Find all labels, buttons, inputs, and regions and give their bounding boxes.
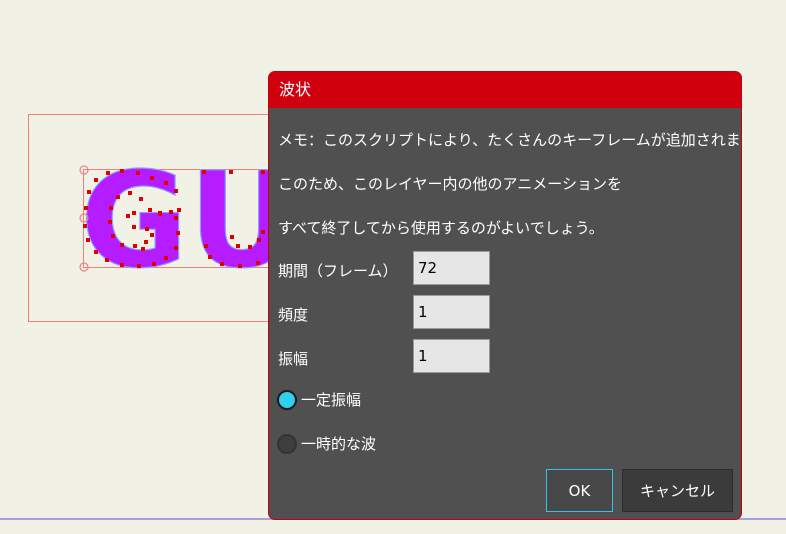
vertex-point[interactable] [248,245,252,249]
vertex-point[interactable] [141,247,145,251]
vertex-point[interactable] [164,181,168,185]
vertex-point[interactable] [136,171,140,175]
vertex-point[interactable] [150,233,154,237]
vertex-point[interactable] [230,235,234,239]
vertex-point[interactable] [174,216,178,220]
vertex-point[interactable] [150,176,154,180]
vertex-point[interactable] [174,189,178,193]
vertex-point[interactable] [86,238,90,242]
vertex-point[interactable] [133,244,137,248]
dialog-titlebar[interactable]: 波状 [269,72,741,108]
vertex-point[interactable] [144,240,148,244]
radio-temporary-wave[interactable]: 一時的な波 [277,433,376,454]
canvas-text[interactable]: GU [79,143,296,298]
vertex-point[interactable] [145,227,149,231]
vertex-point[interactable] [261,170,265,174]
vertex-point[interactable] [109,206,113,210]
vertex-point[interactable] [220,262,224,266]
vertex-point[interactable] [148,208,152,212]
vertex-point[interactable] [139,197,143,201]
vertex-point[interactable] [236,244,240,248]
vertex-point[interactable] [120,263,124,267]
vertex-point[interactable] [120,169,124,173]
duration-input[interactable] [413,251,490,285]
vertex-point[interactable] [116,195,120,199]
frequency-input[interactable] [413,295,490,329]
vertex-point[interactable] [137,264,141,268]
note-line-1: メモ：このスクリプトにより、たくさんのキーフレームが追加されます。 [278,131,742,149]
vertex-point[interactable] [177,208,181,212]
wave-dialog: 波状 メモ：このスクリプトにより、たくさんのキーフレームが追加されます。 このた… [268,71,742,520]
amplitude-label: 振幅 [278,350,309,368]
vertex-point[interactable] [84,206,88,210]
note-line-2: このため、このレイヤー内の他のアニメーションを [278,175,622,193]
duration-label: 期間（フレーム） [278,262,398,280]
vertex-point[interactable] [238,264,242,268]
vertex-point[interactable] [257,238,261,242]
vertex-point[interactable] [256,261,260,265]
radio-selected-icon[interactable] [277,389,297,410]
vertex-point[interactable] [105,258,109,262]
vertex-point[interactable] [158,211,162,215]
vertex-point[interactable] [83,224,87,228]
vertex-point[interactable] [208,255,212,259]
vertex-point[interactable] [106,171,110,175]
vertex-point[interactable] [128,191,132,195]
vertex-point[interactable] [164,256,168,260]
vertex-point[interactable] [229,170,233,174]
vertex-point[interactable] [176,231,180,235]
vertex-point[interactable] [126,214,130,218]
vertex-point[interactable] [204,244,208,248]
vertex-point[interactable] [87,190,91,194]
vertex-point[interactable] [120,243,124,247]
vertex-point[interactable] [152,262,156,266]
vertex-point[interactable] [108,220,112,224]
vertex-point[interactable] [132,225,136,229]
vertex-point[interactable] [169,210,173,214]
vertex-point[interactable] [132,211,136,215]
amplitude-input[interactable] [413,339,490,373]
cancel-button[interactable]: キャンセル [622,469,733,512]
radio-temporary-wave-label: 一時的な波 [301,435,377,453]
radio-constant-amplitude[interactable]: 一定振幅 [277,389,361,410]
ok-button[interactable]: OK [546,469,613,512]
vertex-point[interactable] [261,230,265,234]
note-line-3: すべて終了してから使用するのがよいでしょう。 [278,219,604,237]
radio-constant-amplitude-label: 一定振幅 [301,391,362,409]
radio-unselected-icon[interactable] [277,433,297,454]
vertex-point[interactable] [174,246,178,250]
vertex-point[interactable] [94,178,98,182]
vertex-point[interactable] [111,234,115,238]
frequency-label: 頻度 [278,306,309,324]
vertex-point[interactable] [202,170,206,174]
vertex-point[interactable] [94,250,98,254]
